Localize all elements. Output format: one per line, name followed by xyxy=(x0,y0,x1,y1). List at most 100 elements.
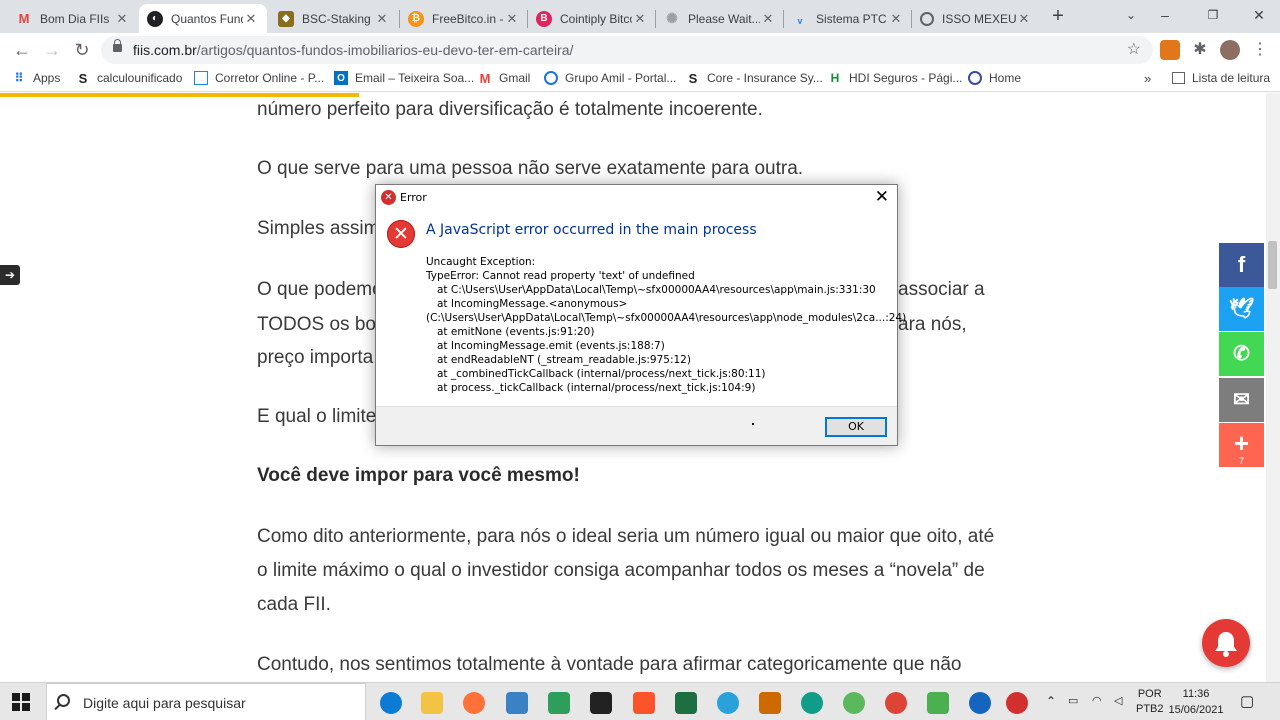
bookmark-corretor[interactable]: Corretor Online - P... xyxy=(194,71,324,85)
close-icon[interactable]: ✕ xyxy=(374,11,390,27)
minimize-button[interactable]: – xyxy=(1142,0,1188,33)
article-paragraph: Como dito anteriormente, para nós o idea… xyxy=(257,526,995,615)
brave-icon[interactable] xyxy=(633,692,655,714)
firefox-icon[interactable] xyxy=(463,692,485,714)
back-button[interactable]: ← xyxy=(10,38,34,62)
chrome-icon[interactable] xyxy=(885,692,907,714)
amil-icon xyxy=(544,71,558,85)
telegram-icon[interactable] xyxy=(717,692,739,714)
error-line: at IncomingMessage.emit (events.js:188:7… xyxy=(437,340,665,352)
3dp-chip-icon[interactable] xyxy=(590,692,612,714)
close-icon[interactable]: ✕ xyxy=(632,11,648,27)
bookmark-label: Gmail xyxy=(499,71,531,85)
app-icon[interactable] xyxy=(506,692,528,714)
reading-list-button[interactable]: Lista de leitura xyxy=(1172,71,1270,85)
hdi-icon: H xyxy=(830,71,840,85)
reload-button[interactable]: ↻ xyxy=(70,38,94,62)
scrollbar-thumb[interactable] xyxy=(1268,241,1277,289)
bookmark-label: Home xyxy=(989,71,1022,85)
tab-quantos-fundos[interactable]: ◐ Quantos Fundos ✕ xyxy=(139,4,267,33)
bookmark-core[interactable]: S Core - Insurance Sy... xyxy=(686,71,823,86)
tab-cointiply[interactable]: B Cointiply Bitco ✕ xyxy=(528,4,656,33)
bsc-icon: ◆ xyxy=(278,10,294,27)
app-icon[interactable] xyxy=(759,692,781,714)
bookmark-gmail[interactable]: M Gmail xyxy=(478,71,531,86)
volume-icon[interactable]: ◁ xyxy=(1114,694,1122,707)
corretor-icon xyxy=(194,71,208,85)
app-icon[interactable] xyxy=(927,692,949,714)
tray-overflow-icon[interactable]: ⌃ xyxy=(1046,694,1056,708)
bookmarks-overflow-button[interactable]: » xyxy=(1144,71,1151,86)
tab-title: Bom Dia FIIs xyxy=(40,11,110,26)
taskbar-search-box[interactable]: Digite aqui para pesquisar xyxy=(46,683,366,720)
share-count: 7 xyxy=(1238,456,1244,466)
share-email-button[interactable]: ✉ xyxy=(1219,378,1264,422)
close-window-button[interactable]: ✕ xyxy=(1236,0,1280,33)
error-app-icon[interactable] xyxy=(1006,692,1028,714)
bookmark-label: HDI Seguros - Pági... xyxy=(849,71,963,85)
edge-icon[interactable] xyxy=(380,692,402,714)
battery-icon[interactable]: ▭ xyxy=(1068,694,1078,707)
close-icon[interactable]: ✕ xyxy=(888,11,904,27)
notifications-icon[interactable]: ▢ xyxy=(1240,692,1254,710)
home-icon xyxy=(968,71,982,85)
metamask-icon[interactable] xyxy=(1160,40,1180,60)
tab-isso-mexeu[interactable]: ISSO MEXEU ✕ xyxy=(912,4,1040,33)
tab-freebitcoin[interactable]: ₿ FreeBitco.in - ✕ xyxy=(400,4,528,33)
url-path: /artigos/quantos-fundos-imobiliarios-eu-… xyxy=(196,42,574,58)
new-tab-button[interactable]: + xyxy=(1048,6,1068,26)
app-icon[interactable] xyxy=(801,692,823,714)
side-arrow-icon[interactable]: ➔ xyxy=(0,265,20,285)
dialog-close-button[interactable]: ✕ xyxy=(875,187,889,207)
tab-title: Cointiply Bitco xyxy=(560,11,632,26)
search-icon xyxy=(57,694,70,707)
app-icon[interactable] xyxy=(548,692,570,714)
close-icon[interactable]: ✕ xyxy=(760,11,776,27)
bookmark-email[interactable]: O Email – Teixeira Soa... xyxy=(334,71,474,85)
clock[interactable]: 11:36 15/06/2021 xyxy=(1166,686,1226,718)
close-icon[interactable]: ✕ xyxy=(1016,11,1032,27)
bookmark-apps[interactable]: ⠿ Apps xyxy=(12,71,61,85)
close-icon[interactable]: ✕ xyxy=(504,11,520,27)
wifi-icon[interactable]: ◠ xyxy=(1092,694,1102,707)
bookmark-amil[interactable]: Grupo Amil - Portal... xyxy=(544,71,676,85)
close-icon[interactable]: ✕ xyxy=(243,11,259,27)
address-bar[interactable]: fiis.com.br/artigos/quantos-fundos-imobi… xyxy=(101,36,1153,64)
app-icon[interactable] xyxy=(969,692,991,714)
tab-please-wait[interactable]: ✺ Please Wait... ✕ xyxy=(656,4,784,33)
language-indicator[interactable]: POR PTB2 xyxy=(1136,687,1164,717)
share-facebook-button[interactable]: f xyxy=(1219,243,1264,287)
forward-button[interactable]: → xyxy=(40,38,64,62)
whatsapp-icon: ✆ xyxy=(1233,343,1250,365)
share-twitter-button[interactable]: 🕊 xyxy=(1219,287,1264,331)
restore-button[interactable]: ❐ xyxy=(1190,0,1236,33)
share-whatsapp-button[interactable]: ✆ xyxy=(1219,332,1264,376)
tab-title: ISSO MEXEU xyxy=(942,11,1016,26)
share-more-button[interactable]: + 7 xyxy=(1219,423,1264,467)
bookmark-home[interactable]: Home xyxy=(968,71,1021,85)
notification-bell-button[interactable] xyxy=(1202,619,1250,667)
menu-icon[interactable]: ⋮ xyxy=(1250,40,1270,60)
reading-list-label: Lista de leitura xyxy=(1192,71,1271,85)
windows-start-button[interactable] xyxy=(12,693,30,711)
bookmark-hdi[interactable]: H HDI Seguros - Pági... xyxy=(828,71,963,85)
close-icon[interactable]: ✕ xyxy=(114,11,130,27)
file-explorer-icon[interactable] xyxy=(421,692,443,714)
error-line: at emitNone (events.js:91:20) xyxy=(437,326,595,338)
tab-bom-dia-fiis[interactable]: M Bom Dia FIIs ✕ xyxy=(8,4,138,33)
dialog-footer: OK xyxy=(376,406,897,445)
excel-icon[interactable] xyxy=(675,692,697,714)
lock-icon xyxy=(113,39,122,52)
email-icon: ✉ xyxy=(1233,389,1250,411)
tab-sistema-ptc[interactable]: ᵥ Sistema PTC ✕ xyxy=(784,4,912,33)
ok-button[interactable]: OK xyxy=(825,417,887,437)
tab-bsc-staking[interactable]: ◆ BSC-Staking ✕ xyxy=(270,4,398,33)
app-icon[interactable] xyxy=(843,692,865,714)
page-scrollbar[interactable] xyxy=(1266,93,1280,682)
bookmark-calculounificado[interactable]: S calculounificado xyxy=(76,70,183,86)
extensions-icon[interactable]: ✱ xyxy=(1190,40,1210,60)
reading-list-icon xyxy=(1172,72,1185,84)
s-icon: S xyxy=(78,70,88,86)
profile-avatar[interactable] xyxy=(1220,40,1240,60)
bookmark-star-icon[interactable]: ☆ xyxy=(1127,39,1141,59)
